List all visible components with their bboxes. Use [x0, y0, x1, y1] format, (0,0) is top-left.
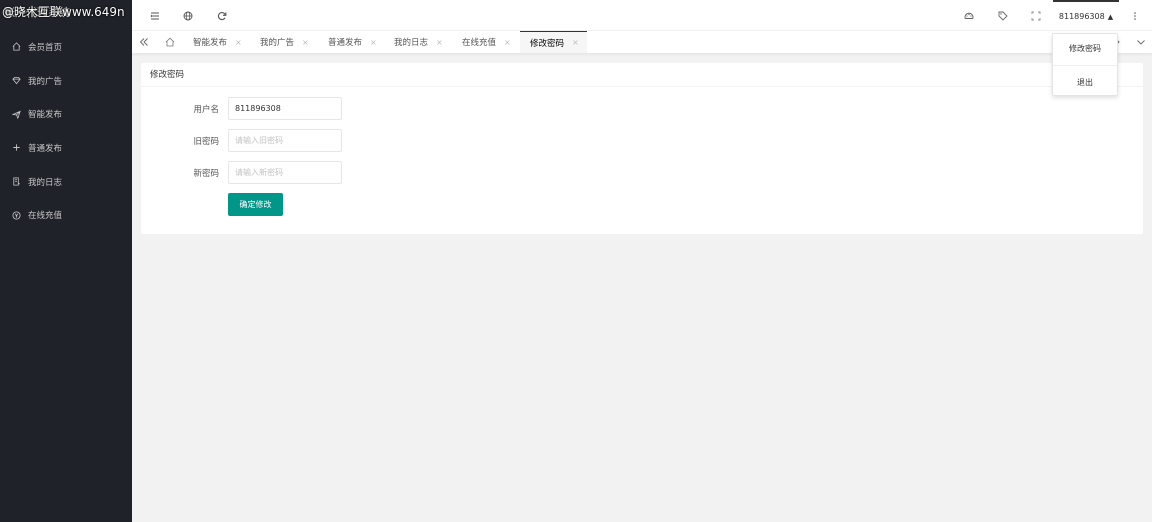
new-password-row: 新密码: [141, 161, 541, 185]
tag-icon[interactable]: [997, 10, 1009, 22]
dropdown-item-change-password[interactable]: 修改密码: [1053, 43, 1117, 54]
close-icon[interactable]: ×: [436, 38, 443, 47]
sidebar-item-normal-publish[interactable]: 普通发布: [0, 131, 132, 165]
globe-icon[interactable]: [182, 10, 194, 22]
user-dropdown: 修改密码 退出: [1052, 33, 1118, 96]
close-icon[interactable]: ×: [504, 38, 511, 47]
change-password-card: 修改密码 用户名 旧密码 新密码 确定修改: [141, 63, 1143, 234]
theme-icon[interactable]: [963, 10, 975, 22]
fullscreen-icon[interactable]: [1030, 10, 1042, 22]
old-password-row: 旧密码: [141, 129, 541, 153]
user-menu[interactable]: 811896308 ▲: [1053, 0, 1119, 31]
sidebar-item-smart-publish[interactable]: 智能发布: [0, 97, 132, 131]
close-icon[interactable]: ×: [572, 38, 579, 47]
sidebar: 账户代理系统 会员首页 我的广告 智能发布 普通发布 我的日志 在线充值: [0, 0, 132, 522]
tab-bar: 智能发布 × 我的广告 × 普通发布 × 我的日志 × 在线充值 × 修改密码 ×: [132, 31, 1152, 54]
card-title: 修改密码: [141, 63, 1143, 87]
sidebar-item-recharge[interactable]: 在线充值: [0, 198, 132, 232]
confirm-change-button[interactable]: 确定修改: [228, 193, 283, 216]
sidebar-item-label: 我的广告: [28, 76, 63, 87]
old-password-label: 旧密码: [193, 137, 219, 147]
old-password-input[interactable]: [228, 129, 342, 152]
close-icon[interactable]: ×: [235, 38, 242, 47]
username-label: 用户名: [193, 105, 219, 115]
double-chevron-left-icon[interactable]: [133, 31, 155, 53]
close-icon[interactable]: ×: [370, 38, 377, 47]
sidebar-item-my-log[interactable]: 我的日志: [0, 165, 132, 199]
sidebar-item-home[interactable]: 会员首页: [0, 30, 132, 64]
refresh-icon[interactable]: [216, 10, 228, 22]
more-vertical-icon[interactable]: [1129, 10, 1141, 22]
dropdown-divider: [1053, 65, 1117, 66]
sidebar-item-my-ads[interactable]: 我的广告: [0, 64, 132, 98]
tab-smart-publish[interactable]: 智能发布 ×: [183, 31, 242, 53]
log-icon: [12, 177, 24, 186]
yen-icon: [12, 211, 24, 220]
diamond-icon: [12, 76, 24, 85]
menu-toggle-icon[interactable]: [149, 10, 161, 22]
new-password-label: 新密码: [193, 169, 219, 179]
new-password-input[interactable]: [228, 161, 342, 184]
tab-normal-publish[interactable]: 普通发布 ×: [318, 31, 377, 53]
dropdown-item-logout[interactable]: 退出: [1053, 77, 1117, 88]
tab-change-password[interactable]: 修改密码 ×: [520, 31, 587, 53]
username-input[interactable]: [228, 97, 342, 120]
home-tab-icon[interactable]: [159, 31, 181, 53]
sidebar-item-label: 会员首页: [28, 42, 63, 53]
top-header: 811896308 ▲: [132, 0, 1152, 31]
tab-recharge[interactable]: 在线充值 ×: [452, 31, 511, 53]
tab-my-log[interactable]: 我的日志 ×: [384, 31, 443, 53]
close-icon[interactable]: ×: [302, 38, 309, 47]
watermark: @晓木互联www.649n: [2, 5, 125, 19]
sidebar-item-label: 在线充值: [28, 211, 63, 222]
tab-my-ads[interactable]: 我的广告 ×: [250, 31, 309, 53]
sidebar-item-label: 智能发布: [28, 110, 63, 121]
sidebar-item-label: 普通发布: [28, 143, 63, 154]
caret-up-icon: ▲: [1107, 12, 1114, 21]
sidebar-item-label: 我的日志: [28, 177, 63, 188]
username-row: 用户名: [141, 97, 541, 121]
send-icon: [12, 110, 24, 119]
chevron-down-icon[interactable]: [1130, 31, 1152, 53]
username: 811896308: [1058, 12, 1105, 21]
plus-icon: [12, 143, 24, 152]
home-icon: [12, 42, 24, 51]
